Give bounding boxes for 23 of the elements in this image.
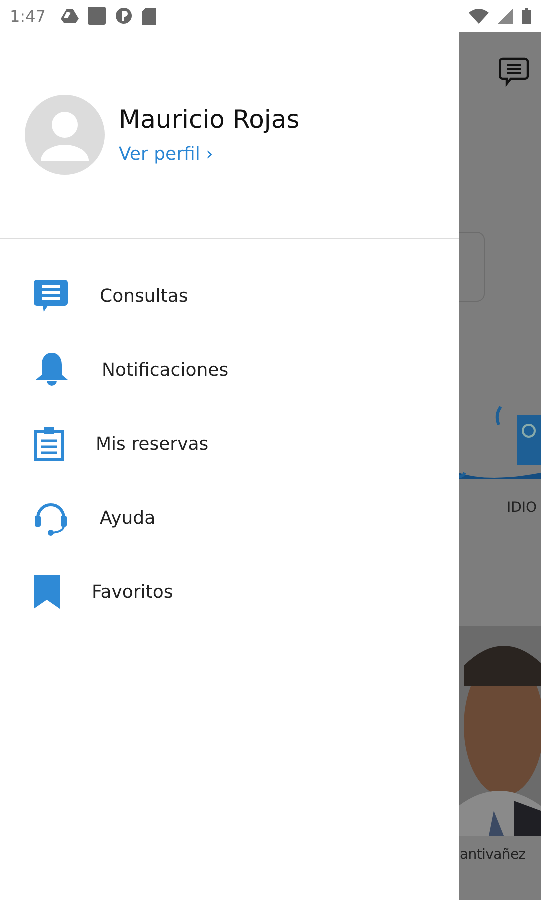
square-icon xyxy=(88,7,106,25)
signal-icon xyxy=(498,8,513,24)
category-label: IDIO xyxy=(507,500,538,516)
chat-icon[interactable] xyxy=(499,57,529,87)
person-name: antivañez xyxy=(460,847,526,863)
chat-icon xyxy=(34,280,68,312)
menu-item[interactable]: Favoritos xyxy=(0,555,459,629)
clipboard-icon xyxy=(34,427,64,461)
battery-icon xyxy=(522,8,531,24)
circle-icon xyxy=(114,7,133,25)
avatar-icon xyxy=(25,95,105,175)
profile-name: Mauricio Rojas xyxy=(119,105,300,134)
sd-card-icon xyxy=(142,8,156,24)
status-time: 1:47 xyxy=(10,6,46,26)
view-profile-link[interactable]: Ver perfil › xyxy=(119,144,300,165)
bookmark-icon xyxy=(34,575,60,609)
menu-item[interactable]: Consultas xyxy=(0,259,459,333)
bell-icon xyxy=(34,353,70,387)
drive-icon xyxy=(60,9,79,23)
menu-item[interactable]: Notificaciones xyxy=(0,333,459,407)
wifi-icon xyxy=(469,8,489,24)
menu-item[interactable]: Mis reservas xyxy=(0,407,459,481)
menu-item[interactable]: Ayuda xyxy=(0,481,459,555)
